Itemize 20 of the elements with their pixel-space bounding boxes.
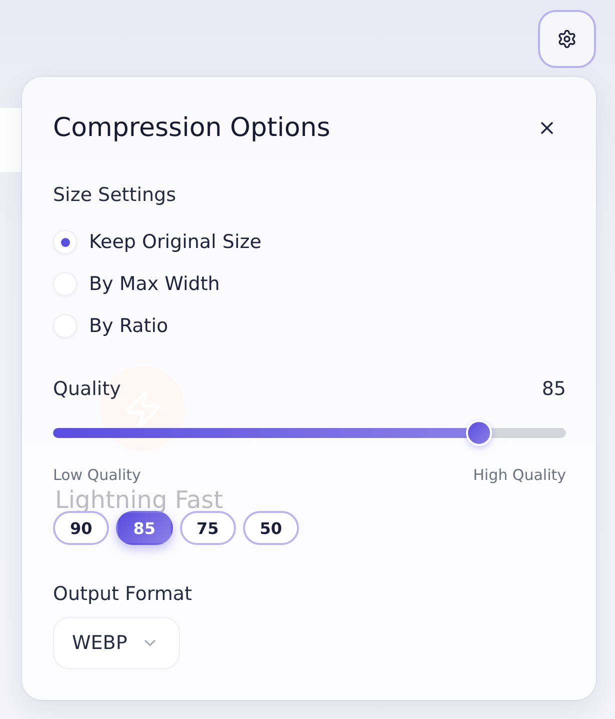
section-label: Output Format [53,582,192,606]
feature-title: Lightning Fast [55,488,224,513]
format-select[interactable]: WEBP [53,617,180,669]
quality-label: Quality [53,377,121,401]
radio-option[interactable]: By Ratio [53,305,168,347]
panel-title: Compression Options [53,113,330,143]
settings-icon [557,29,577,49]
quality-slider[interactable] [53,420,566,446]
section-label: Size Settings [53,183,176,207]
settings-button[interactable] [538,10,596,68]
slider-thumb[interactable] [466,420,492,446]
quality-value: 85 [542,377,566,401]
radio-option[interactable]: Keep Original Size [53,221,262,263]
max-label: High Quality [473,465,566,485]
quality-preset[interactable]: 85 [116,511,173,545]
radio-option[interactable]: By Max Width [53,263,220,305]
min-label: Low Quality [53,465,141,485]
quality-preset[interactable]: 75 [180,511,236,545]
quality-preset[interactable]: 90 [53,511,110,545]
quality-preset[interactable]: 50 [242,511,300,545]
